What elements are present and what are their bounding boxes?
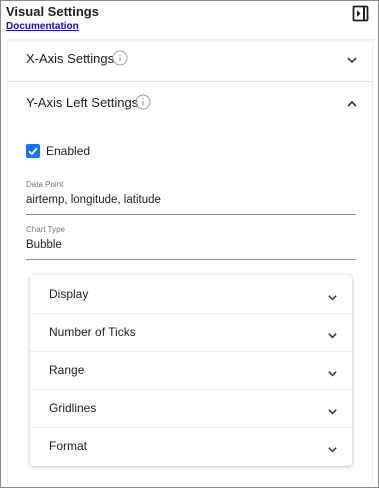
y-axis-left-settings-header[interactable]: Y-Axis Left Settings: [8, 83, 372, 123]
chevron-down-icon[interactable]: [327, 290, 338, 301]
subsection-format[interactable]: Format: [30, 427, 352, 465]
chevron-up-icon[interactable]: [346, 97, 358, 109]
chevron-down-icon[interactable]: [327, 404, 338, 415]
chevron-down-icon[interactable]: [346, 53, 358, 65]
info-icon[interactable]: [112, 50, 128, 66]
chevron-down-icon[interactable]: [327, 366, 338, 377]
y-axis-left-settings-label: Y-Axis Left Settings: [26, 95, 139, 110]
checkbox-checked-icon[interactable]: [26, 144, 40, 158]
chevron-down-icon[interactable]: [327, 442, 338, 453]
subsection-label: Range: [49, 363, 85, 377]
y-axis-subsections: Display Number of Ticks Range Gridlines …: [30, 275, 352, 466]
data-point-value[interactable]: airtemp, longitude, latitude: [26, 194, 356, 215]
enabled-label: Enabled: [46, 144, 91, 158]
subsection-range[interactable]: Range: [30, 351, 352, 389]
subsection-label: Format: [49, 439, 88, 453]
documentation-link[interactable]: Documentation: [6, 21, 79, 32]
subsection-gridlines[interactable]: Gridlines: [30, 389, 352, 427]
info-icon[interactable]: [135, 94, 151, 110]
panel-title: Visual Settings: [6, 4, 99, 19]
subsection-label: Gridlines: [49, 401, 97, 415]
chevron-down-icon[interactable]: [327, 328, 338, 339]
subsection-label: Display: [49, 287, 89, 301]
chart-type-value[interactable]: Bubble: [26, 239, 356, 260]
chart-type-field[interactable]: Chart Type Bubble: [26, 225, 356, 260]
panel-collapse-icon[interactable]: [352, 5, 369, 22]
x-axis-settings-header[interactable]: X-Axis Settings: [8, 39, 372, 79]
data-point-field[interactable]: Data Point airtemp, longitude, latitude: [26, 180, 356, 215]
settings-content: X-Axis Settings Y-Axis Left Settings Ena…: [7, 39, 374, 485]
chart-type-label: Chart Type: [26, 225, 65, 234]
subsection-display[interactable]: Display: [30, 275, 352, 313]
x-axis-settings-label: X-Axis Settings: [26, 51, 115, 66]
section-divider: [8, 81, 372, 82]
data-point-label: Data Point: [26, 180, 64, 189]
subsection-label: Number of Ticks: [49, 325, 136, 339]
visual-settings-panel: Visual Settings Documentation X-Axis Set…: [0, 0, 379, 488]
subsection-number-of-ticks[interactable]: Number of Ticks: [30, 313, 352, 351]
panel-header: Visual Settings Documentation: [1, 1, 378, 39]
